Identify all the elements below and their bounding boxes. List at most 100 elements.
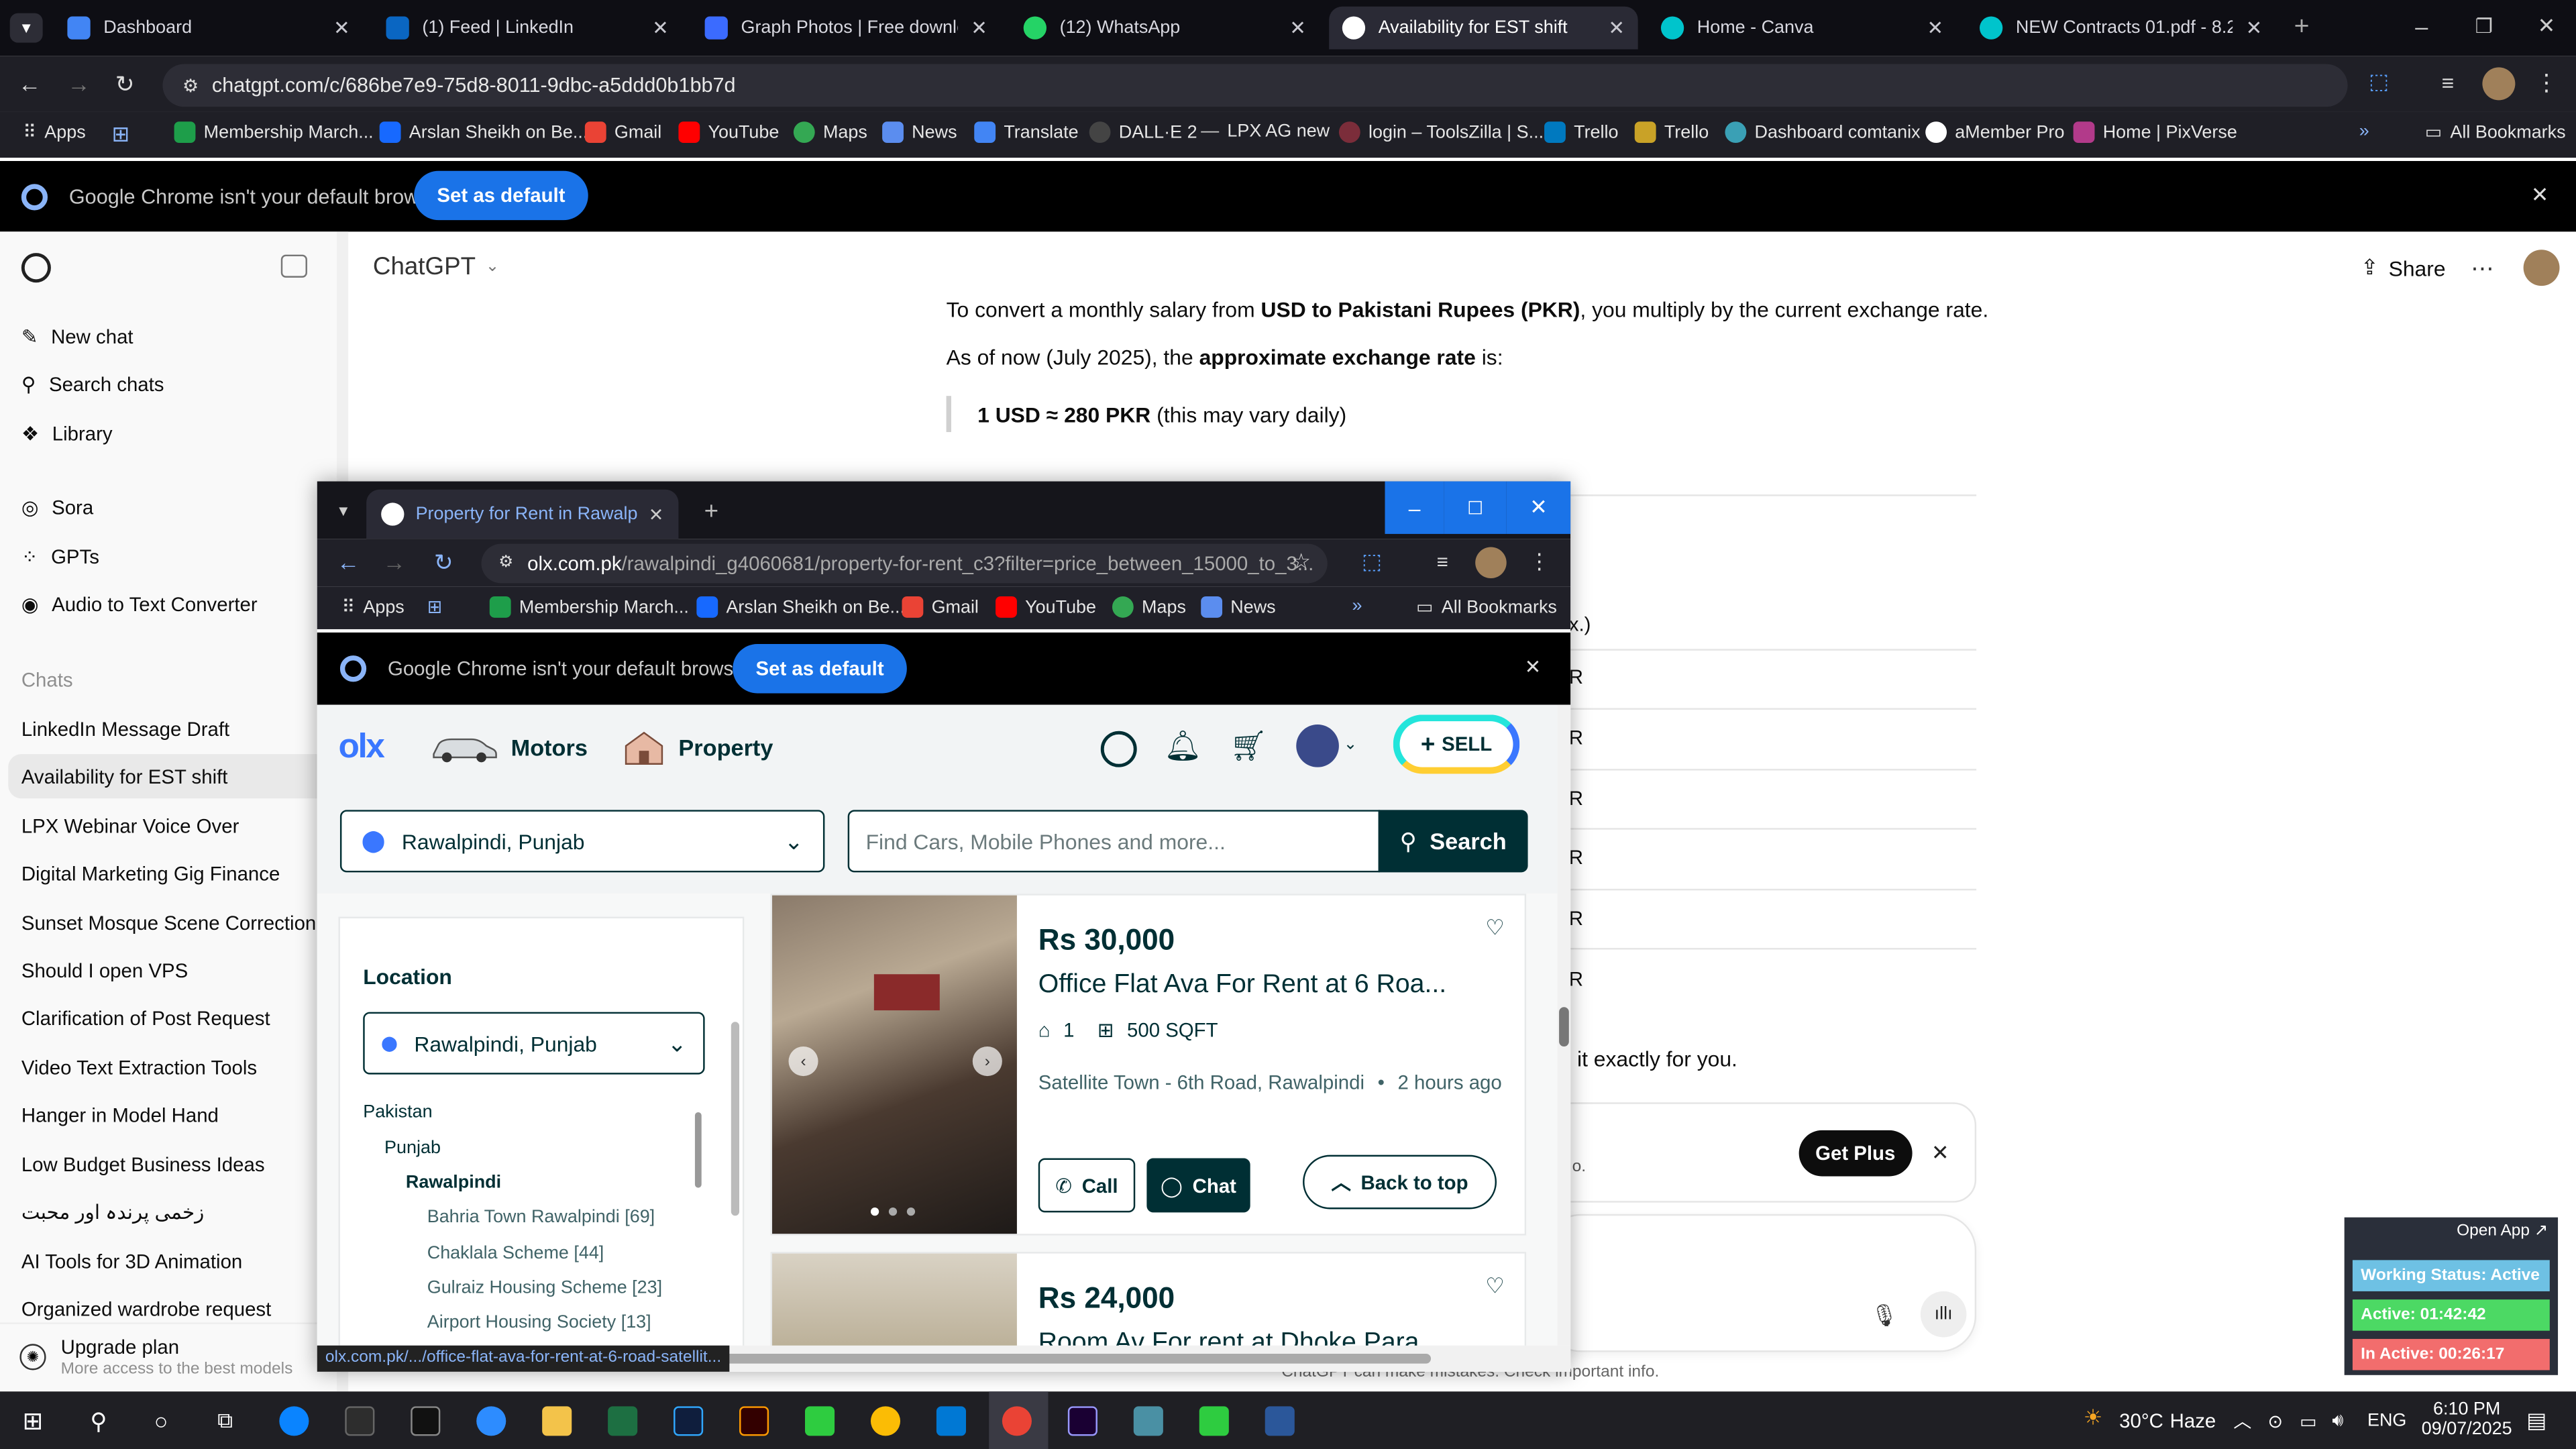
bell-icon[interactable]: 🔔︎ xyxy=(1164,728,1201,764)
search-chats-button[interactable]: ⚲ Search chats xyxy=(21,373,164,396)
chat-item[interactable]: Organized wardrobe request xyxy=(21,1298,271,1321)
weather-widget[interactable]: 30°C Haze xyxy=(2119,1409,2216,1432)
excel-icon[interactable] xyxy=(608,1406,638,1436)
close-window-icon[interactable]: ✕ xyxy=(1506,481,1571,534)
minimize-icon[interactable]: – xyxy=(2402,10,2441,43)
sell-button[interactable]: + SELL xyxy=(1393,714,1520,774)
inner-url-bar[interactable]: ⚙ olx.com.pk/rawalpindi_g4060681/propert… xyxy=(481,543,1328,584)
bookmark-maps[interactable]: Maps xyxy=(1112,596,1186,618)
get-plus-button[interactable]: Get Plus xyxy=(1799,1130,1912,1177)
sidebar-toggle-icon[interactable] xyxy=(280,254,307,278)
pen-tool-icon[interactable] xyxy=(345,1406,375,1436)
close-icon[interactable]: ✕ xyxy=(1289,16,1306,39)
chat-item-active[interactable]: Availability for EST shift xyxy=(21,765,228,788)
tree-item[interactable]: Bahria Town Rawalpindi [69] xyxy=(427,1208,655,1227)
all-bookmarks[interactable]: ▭ All Bookmarks xyxy=(2425,121,2566,143)
page-scrollbar-track[interactable] xyxy=(1557,704,1571,1346)
favorite-heart-icon[interactable]: ♡ xyxy=(1482,1273,1508,1299)
close-window-icon[interactable]: ✕ xyxy=(2527,10,2567,43)
tree-item[interactable]: Pakistan xyxy=(363,1102,432,1122)
bookmark-apps[interactable]: ⠿ Apps xyxy=(23,121,85,143)
filter-location-dropdown[interactable]: ⬤ Rawalpindi, Punjab ⌄ xyxy=(363,1012,705,1075)
bookmark-amember[interactable]: aMember Pro xyxy=(1925,121,2064,144)
bookmark-trello-1[interactable]: Trello xyxy=(1544,121,1619,144)
chat-item[interactable]: Digital Marketing Gig Finance xyxy=(21,863,280,885)
chat-item[interactable]: Video Text Extraction Tools xyxy=(21,1057,257,1079)
search-button[interactable]: ⚲ Search xyxy=(1378,810,1528,873)
profile-avatar[interactable] xyxy=(1475,547,1507,579)
close-icon[interactable]: ✕ xyxy=(652,16,669,39)
listing-photo[interactable]: ‹ › xyxy=(772,895,1017,1234)
tab-olx-property[interactable]: Property for Rent in Rawalpindi ✕ xyxy=(366,489,679,539)
tab-search-icon[interactable]: ▼ xyxy=(332,499,355,522)
outer-url-bar[interactable]: ⚙ chatgpt.com/c/686be7e9-75d8-8011-9dbc-… xyxy=(162,64,2348,107)
bookmark-membership[interactable]: Membership March... xyxy=(489,596,689,618)
tab-canva[interactable]: Home - Canva ✕ xyxy=(1648,7,1956,50)
bookmark-pixverse[interactable]: Home | PixVerse xyxy=(2073,121,2237,144)
user-avatar[interactable] xyxy=(2523,250,2560,286)
forward-icon[interactable]: → xyxy=(66,70,92,97)
set-default-button[interactable]: Set as default xyxy=(414,170,588,221)
chat-button[interactable]: ◯ Chat xyxy=(1146,1158,1250,1213)
cart-icon[interactable]: 🛒︎ xyxy=(1230,728,1267,764)
tab-linkedin[interactable]: (1) Feed | LinkedIn ✕ xyxy=(373,7,682,50)
tree-scrollbar[interactable] xyxy=(694,1112,702,1188)
site-info-icon[interactable]: ⚙ xyxy=(494,552,517,575)
nav-motors[interactable]: Motors xyxy=(429,731,588,764)
listing-card[interactable]: ‹ › Rs 30,000 Office Flat Ava For Rent a… xyxy=(770,894,1527,1236)
back-to-top-button[interactable]: ︿ Back to top xyxy=(1303,1155,1497,1210)
close-icon[interactable]: ✕ xyxy=(1927,16,1944,39)
bookmark-maps[interactable]: Maps xyxy=(793,121,867,144)
new-tab-icon[interactable]: + xyxy=(2286,13,2318,43)
prev-image-icon[interactable]: ‹ xyxy=(788,1046,818,1077)
call-button[interactable]: ✆ Call xyxy=(1038,1158,1136,1213)
favorite-heart-icon[interactable]: ♡ xyxy=(1482,915,1508,941)
voice-mode-icon[interactable]: ıllı xyxy=(1920,1291,1967,1338)
bookmark-behance[interactable]: Arslan Sheikh on Be... xyxy=(379,121,588,144)
all-bookmarks[interactable]: ▭ All Bookmarks xyxy=(1416,596,1557,618)
weather-icon[interactable]: ☀ xyxy=(2080,1405,2106,1431)
chat-item[interactable]: LPX Webinar Voice Over xyxy=(21,815,239,838)
search-input[interactable]: Find Cars, Mobile Phones and more... xyxy=(847,810,1381,873)
close-banner-icon[interactable]: ✕ xyxy=(1927,1140,1953,1167)
bookmark-gmail[interactable]: Gmail xyxy=(902,596,979,618)
word-icon[interactable] xyxy=(1265,1406,1295,1436)
extensions-icon[interactable]: ⬚ xyxy=(1358,549,1385,575)
bookmark-apps[interactable]: ⠿ Apps xyxy=(341,596,404,618)
olx-profile-avatar[interactable] xyxy=(1296,724,1339,767)
microphone-icon[interactable]: 🎙 xyxy=(1871,1301,1898,1331)
tab-graph-photos[interactable]: Graph Photos | Free download✕ xyxy=(692,7,1000,50)
photoshop-icon[interactable] xyxy=(674,1406,704,1436)
edge-icon[interactable] xyxy=(279,1406,309,1436)
file-explorer-icon[interactable] xyxy=(542,1406,572,1436)
close-icon[interactable]: ✕ xyxy=(2246,16,2263,39)
close-infobar-icon[interactable]: ✕ xyxy=(2527,182,2553,209)
more-bookmarks-icon[interactable]: » xyxy=(1352,596,1362,616)
tree-item[interactable]: Chaklala Scheme [44] xyxy=(427,1244,604,1263)
close-icon[interactable]: ✕ xyxy=(971,16,987,39)
forward-icon[interactable]: → xyxy=(381,549,407,575)
tab-search-icon[interactable]: ▼ xyxy=(9,13,43,43)
bookmark-membership[interactable]: Membership March... xyxy=(174,121,374,144)
illustrator-icon[interactable] xyxy=(739,1406,769,1436)
network-icon[interactable]: ▭ xyxy=(2297,1409,2320,1432)
profile-avatar[interactable] xyxy=(2482,67,2516,101)
chat-item[interactable]: Should I open VPS xyxy=(21,959,188,982)
meet-icon[interactable]: ⊙ xyxy=(2264,1409,2287,1432)
olx-logo[interactable]: olx xyxy=(338,728,384,767)
tree-item-selected[interactable]: Rawalpindi xyxy=(406,1173,501,1193)
zoom-icon[interactable] xyxy=(476,1406,506,1436)
set-default-button[interactable]: Set as default xyxy=(733,644,907,694)
gpts-item[interactable]: ⁘ GPTs xyxy=(21,545,99,568)
openai-logo-icon[interactable] xyxy=(21,253,51,283)
new-chat-button[interactable]: ✎ New chat xyxy=(21,325,133,348)
maximize-icon[interactable]: ☐ xyxy=(1444,481,1507,534)
language-indicator[interactable]: ENG xyxy=(2367,1411,2406,1431)
chevron-up-icon[interactable]: ︿ xyxy=(2231,1409,2254,1432)
menu-icon[interactable]: ⋮ xyxy=(1526,549,1552,575)
notification-icon[interactable]: ▤ xyxy=(2524,1408,2550,1434)
bookmark-dalle[interactable]: DALL·E 2 xyxy=(1089,121,1197,144)
bookmark-toolszilla[interactable]: login – ToolsZilla | S... xyxy=(1338,121,1544,144)
app-icon[interactable] xyxy=(1133,1406,1163,1436)
more-bookmarks-icon[interactable]: » xyxy=(2359,121,2369,141)
